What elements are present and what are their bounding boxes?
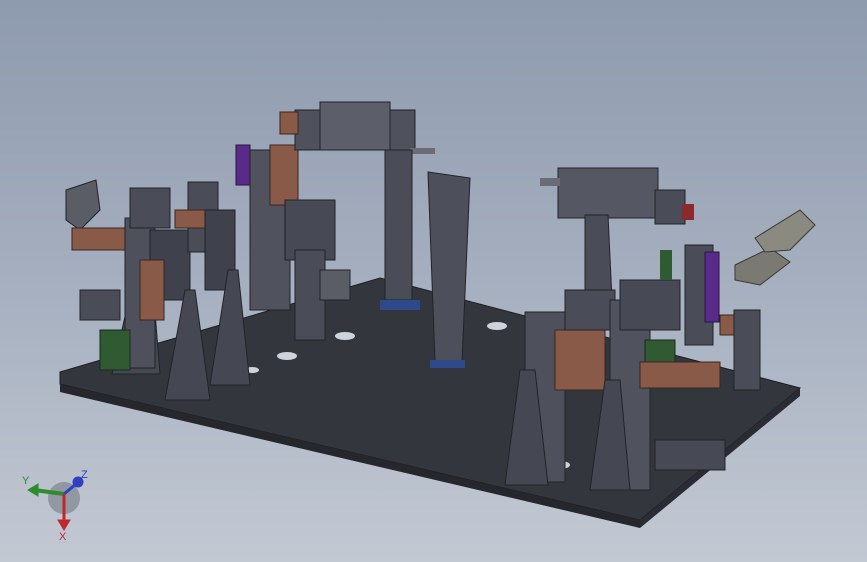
plate-hole [487,322,507,330]
z-axis-label: Z [81,469,88,481]
plate-hole [335,332,355,340]
fixture-assembly-model[interactable] [0,0,867,562]
orientation-triad[interactable]: Y Z X [18,462,98,542]
y-axis-arrow-icon [27,483,39,497]
x-axis-arrow-icon [57,519,71,531]
floating-part[interactable] [734,209,816,286]
y-axis-label: Y [22,475,30,487]
x-axis-label: X [59,531,67,542]
cad-viewport[interactable]: Y Z X [0,0,867,562]
plate-hole [277,352,297,360]
